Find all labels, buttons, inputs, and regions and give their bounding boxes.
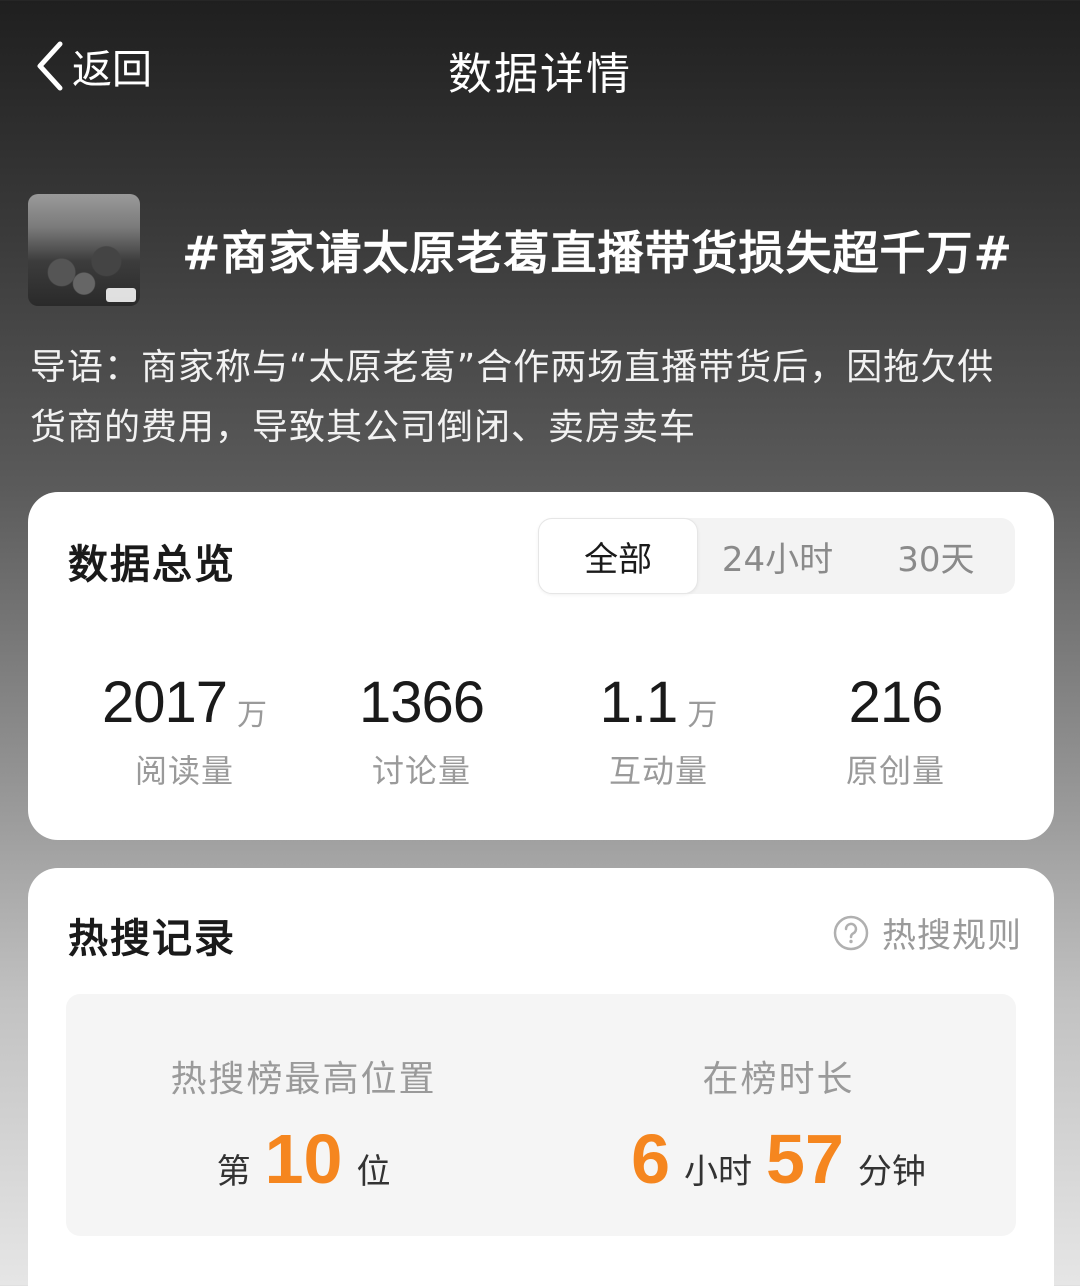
stat-interact-label: 互动量 xyxy=(608,752,708,790)
stat-discuss: 1366 讨论量 xyxy=(303,668,540,792)
topic-thumbnail xyxy=(28,194,140,306)
tab-24h[interactable]: 24小时 xyxy=(698,518,856,594)
stat-original: 216 原创量 xyxy=(777,668,1014,792)
stat-interact-unit: 万 xyxy=(687,698,718,733)
stat-original-value: 216 xyxy=(848,670,944,735)
stat-original-label: 原创量 xyxy=(845,752,945,790)
stat-read: 2017 万 阅读量 xyxy=(66,668,303,792)
topic-header: #商家请太原老葛直播带货损失超千万# xyxy=(28,194,1058,306)
duration-hours-value: 6 xyxy=(631,1120,671,1198)
stats-row: 2017 万 阅读量 1366 讨论量 1.1 万 互动量 216 原创量 xyxy=(28,668,1054,792)
page-title: 数据详情 xyxy=(448,49,632,100)
highest-position-prefix: 第 xyxy=(216,1151,251,1192)
hot-search-rules-link[interactable]: 热搜规则 xyxy=(832,908,1022,957)
stat-read-unit: 万 xyxy=(237,698,268,733)
time-range-tabs: 全部 24小时 30天 xyxy=(538,518,1015,594)
intro-line-2: 货商的费用，导致其公司倒闭、卖房卖车 xyxy=(30,407,697,448)
highest-position: 热搜榜最高位置 第 10 位 xyxy=(66,994,541,1236)
duration-minutes-value: 57 xyxy=(766,1120,844,1198)
stat-discuss-value: 1366 xyxy=(358,670,485,735)
overview-title: 数据总览 xyxy=(68,542,236,588)
tab-30d[interactable]: 30天 xyxy=(857,518,1015,594)
stat-interact-value: 1.1 xyxy=(599,670,679,735)
on-list-duration: 在榜时长 6 小时 57 分钟 xyxy=(541,994,1016,1236)
stat-read-label: 阅读量 xyxy=(134,752,234,790)
topic-title: #商家请太原老葛直播带货损失超千万# xyxy=(182,226,1014,280)
highest-position-suffix: 位 xyxy=(356,1151,391,1192)
highest-position-label: 热搜榜最高位置 xyxy=(170,1059,437,1100)
topic-intro: 导语：商家称与“太原老葛”合作两场直播带货后，因拖欠供 货商的费用，导致其公司倒… xyxy=(30,338,1040,458)
intro-line-1: 导语：商家称与“太原老葛”合作两场直播带货后，因拖欠供 xyxy=(30,347,995,388)
question-circle-icon xyxy=(833,915,869,950)
nav-bar: 返回 数据详情 xyxy=(0,0,1080,130)
stat-read-value: 2017 xyxy=(101,670,228,735)
hot-search-card: 热搜记录 热搜规则 热搜榜最高位置 第 10 位 在榜时长 6 小时 57 分钟 xyxy=(28,868,1054,1286)
duration-minutes-unit: 分钟 xyxy=(857,1151,926,1192)
thumbnail-watermark xyxy=(106,288,136,302)
hot-search-summary: 热搜榜最高位置 第 10 位 在榜时长 6 小时 57 分钟 xyxy=(66,994,1016,1236)
tab-all[interactable]: 全部 xyxy=(538,518,699,594)
on-list-duration-label: 在榜时长 xyxy=(702,1059,855,1100)
stat-interact: 1.1 万 互动量 xyxy=(540,668,777,792)
duration-hours-unit: 小时 xyxy=(684,1151,753,1192)
hot-search-rules-label: 热搜规则 xyxy=(882,916,1022,956)
stat-discuss-label: 讨论量 xyxy=(371,752,471,790)
hot-search-title: 热搜记录 xyxy=(68,916,236,962)
overview-card: 数据总览 全部 24小时 30天 2017 万 阅读量 1366 讨论量 1.1… xyxy=(28,492,1054,840)
highest-position-value: 10 xyxy=(264,1120,343,1198)
